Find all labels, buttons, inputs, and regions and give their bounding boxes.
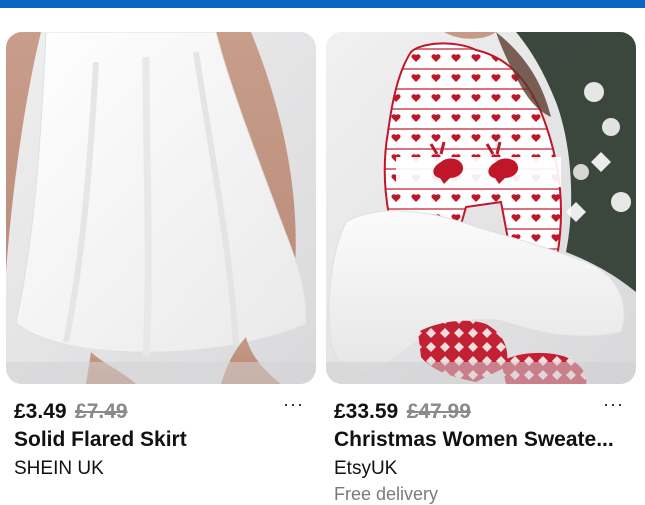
product-title[interactable]: Solid Flared Skirt bbox=[14, 428, 314, 452]
product-image-2[interactable] bbox=[326, 32, 636, 384]
sweater-photo-icon bbox=[326, 32, 636, 384]
price-row-2: £33.59 £47.99 ··· bbox=[334, 394, 634, 426]
more-options-icon[interactable]: ··· bbox=[283, 394, 304, 415]
price: £33.59 bbox=[334, 400, 399, 423]
skirt-photo-icon bbox=[6, 32, 316, 384]
product-title[interactable]: Christmas Women Sweate... bbox=[334, 428, 634, 452]
more-options-icon[interactable]: ··· bbox=[603, 394, 624, 415]
price-row-1: £3.49 £7.49 ··· bbox=[14, 394, 314, 426]
top-app-bar bbox=[0, 0, 645, 8]
old-price: £47.99 bbox=[406, 400, 471, 423]
product-image-1[interactable] bbox=[6, 32, 316, 384]
old-price: £7.49 bbox=[75, 400, 128, 423]
product-card-1[interactable]: £3.49 £7.49 ··· Solid Flared Skirt SHEIN… bbox=[6, 32, 316, 502]
delivery-info: Free delivery bbox=[334, 484, 439, 504]
store-name: EtsyUK bbox=[334, 458, 398, 479]
product-card-2[interactable]: £33.59 £47.99 ··· Christmas Women Sweate… bbox=[326, 32, 636, 504]
price: £3.49 bbox=[14, 400, 67, 423]
store-name: SHEIN UK bbox=[14, 458, 104, 479]
